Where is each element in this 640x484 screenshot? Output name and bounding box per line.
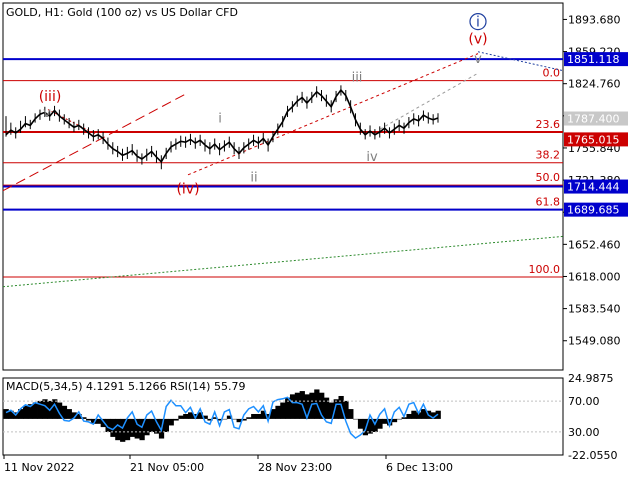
macd-bar <box>22 405 29 419</box>
x-tick-label: 6 Dec 13:00 <box>386 461 453 474</box>
chart-title: GOLD, H1: Gold (100 oz) vs US Dollar CFD <box>6 6 238 19</box>
fib-level-label: 38.2 <box>536 149 561 162</box>
chart-root: GOLD, H1: Gold (100 oz) vs US Dollar CFD… <box>0 0 640 480</box>
price-axis-label: 1689.685 <box>567 204 620 217</box>
macd-bar <box>66 409 72 419</box>
macd-bar <box>178 415 184 419</box>
price-axis-label: 1765.015 <box>567 133 620 146</box>
x-tick-label: 11 Nov 2022 <box>4 461 74 474</box>
indicator-title: MACD(5,34,5) 4.1291 5.1266 RSI(14) 55.79 <box>6 380 245 393</box>
wave-label: iii <box>352 71 363 86</box>
fib-level-label: 0.0 <box>543 67 561 80</box>
y-tick-label: 1618.000 <box>568 270 621 283</box>
macd-bar <box>289 394 296 419</box>
macd-bar <box>3 409 9 419</box>
fib-level-label: 50.0 <box>536 171 561 184</box>
macd-bar <box>357 418 364 429</box>
macd-bar <box>222 418 228 420</box>
macd-bar <box>32 402 38 419</box>
macd-bar <box>183 413 189 419</box>
macd-bar <box>86 418 92 421</box>
macd-bar <box>353 418 359 420</box>
wave-label: v <box>474 52 482 67</box>
wave-label: ii <box>250 170 257 185</box>
x-tick-label: 28 Nov 23:00 <box>258 461 332 474</box>
wave-label: (iii) <box>39 89 62 105</box>
y-tick-label: 1549.080 <box>568 335 621 348</box>
wave-label: (v) <box>468 31 487 47</box>
y-tick-label: 1583.540 <box>568 303 621 316</box>
macd-bar <box>275 405 281 419</box>
macd-bar <box>348 409 354 419</box>
indicator-y-tick-label: 70.00 <box>568 395 600 408</box>
macd-bar <box>251 413 257 419</box>
macd-bar <box>255 413 262 419</box>
macd-bar <box>396 418 402 420</box>
macd-bar <box>391 418 398 423</box>
y-tick-label: 1824.760 <box>568 78 621 91</box>
macd-bar <box>246 417 252 419</box>
macd-bar <box>144 418 150 436</box>
wave-label: v <box>43 106 51 121</box>
y-tick-label: 1652.460 <box>568 238 621 251</box>
macd-bar <box>129 418 136 437</box>
wave-label: (iv) <box>176 181 199 197</box>
macd-bar <box>280 402 286 419</box>
macd-bar <box>406 413 412 419</box>
y-tick-label: 1893.680 <box>568 13 621 26</box>
x-tick-label: 21 Nov 05:00 <box>130 461 204 474</box>
wave-label: iv <box>366 150 378 165</box>
macd-bar <box>115 418 121 441</box>
macd-bar <box>382 418 388 424</box>
fib-level-label: 23.6 <box>536 118 561 131</box>
price-axis-label: 1851.118 <box>567 53 620 66</box>
macd-bar <box>377 418 383 429</box>
price-axis-label: 1714.444 <box>567 181 620 194</box>
macd-bar <box>42 399 48 419</box>
macd-bar <box>163 418 170 432</box>
macd-bar <box>411 410 417 419</box>
fib-level-label: 100.0 <box>529 263 561 276</box>
indicator-y-tick-label: 30.00 <box>568 426 600 439</box>
price-axis-label: 1787.400 <box>567 113 620 126</box>
macd-bar <box>168 418 174 426</box>
indicator-y-tick-label: 24.9875 <box>568 372 614 385</box>
macd-bar <box>294 392 301 419</box>
indicator-y-tick-label: -22.0550 <box>568 449 617 462</box>
fib-level-label: 61.8 <box>536 195 561 208</box>
macd-bar <box>173 418 179 421</box>
macd-bar <box>149 418 155 432</box>
wave-label: i <box>218 112 222 127</box>
wave-label: i <box>476 15 480 31</box>
chart-canvas: GOLD, H1: Gold (100 oz) vs US Dollar CFD… <box>0 0 640 480</box>
